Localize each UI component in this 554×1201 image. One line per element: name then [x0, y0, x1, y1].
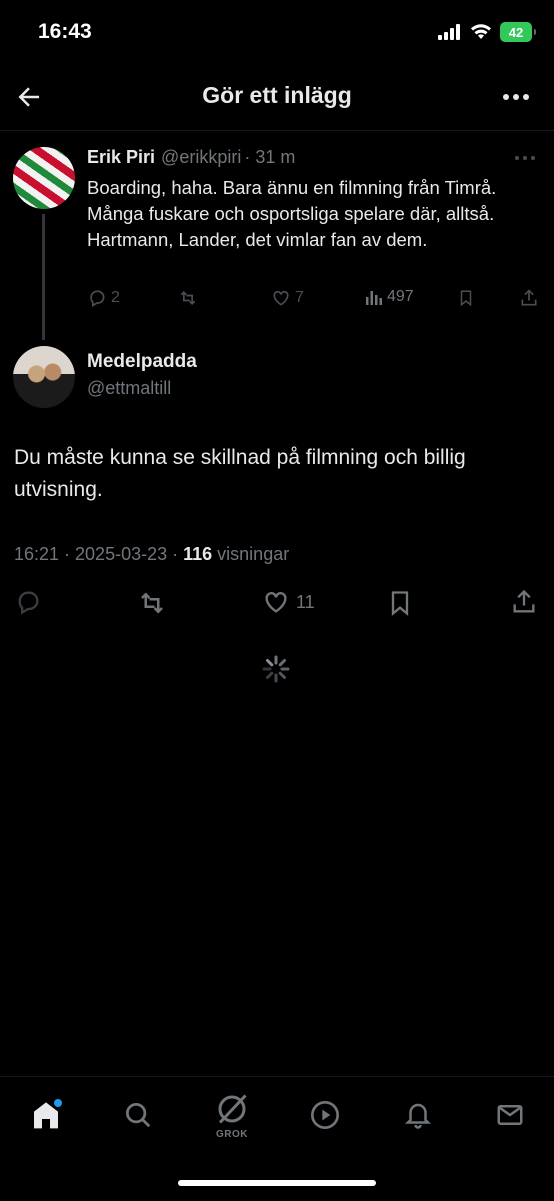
signal-icon — [438, 24, 460, 40]
parent-tweet-header: Erik Piri @erikkpiri · 31 m — [87, 147, 295, 168]
header-divider — [0, 130, 554, 131]
main-tweet-actions: 11 — [0, 588, 554, 620]
main-tweet-datetime: 16:21 · 2025-03-23 · — [14, 544, 184, 564]
views-icon — [366, 291, 382, 305]
nav-search[interactable] — [118, 1095, 158, 1135]
bookmark-icon — [391, 591, 409, 616]
retweet-icon — [180, 290, 196, 306]
reply-icon — [90, 290, 105, 307]
parent-tweet-text: Boarding, haha. Bara ännu en filmning fr… — [87, 177, 497, 250]
status-icons: 42 — [438, 22, 536, 42]
main-retweet-button[interactable] — [136, 588, 168, 618]
parent-tweet-actions: 2 7 497 — [87, 288, 542, 314]
grok-icon — [218, 1094, 247, 1124]
more-options-button[interactable] — [502, 86, 530, 113]
main-reply-button[interactable] — [14, 588, 42, 616]
parent-reply-count: 2 — [111, 289, 120, 306]
main-views-label: visningar — [212, 544, 290, 564]
parent-retweet-button[interactable] — [177, 288, 199, 308]
heart-icon — [273, 290, 289, 306]
grok-label: GROK — [216, 1129, 248, 1140]
main-author-handle[interactable]: @ettmaltill — [87, 378, 171, 399]
spinner-icon — [262, 655, 290, 683]
main-tweet-meta: 16:21 · 2025-03-23 · 116 visningar — [14, 544, 289, 565]
main-author-name[interactable]: Medelpadda — [87, 351, 197, 373]
main-like-button[interactable]: 11 — [262, 588, 315, 616]
parent-share-button[interactable] — [519, 288, 539, 308]
nav-home[interactable] — [26, 1095, 66, 1135]
reply-icon — [18, 591, 39, 615]
retweet-icon — [141, 592, 163, 614]
nav-video[interactable] — [305, 1095, 345, 1135]
notification-dot — [54, 1099, 62, 1107]
wifi-icon — [471, 24, 491, 39]
parent-tweet-time: · 31 m — [244, 147, 296, 167]
main-views-count[interactable]: 116 — [183, 544, 212, 564]
page-title: Gör ett inlägg — [202, 82, 352, 108]
parent-reply-button[interactable]: 2 — [87, 288, 120, 308]
loading-spinner — [262, 655, 290, 683]
bookmark-icon — [460, 290, 472, 307]
main-tweet-text: Du måste kunna se skillnad på filmning o… — [14, 446, 466, 501]
status-time: 16:43 — [38, 20, 92, 43]
mail-icon — [497, 1105, 523, 1125]
parent-more-button[interactable] — [514, 150, 536, 168]
parent-author-handle[interactable]: @erikkpiri — [161, 147, 241, 167]
parent-avatar[interactable] — [13, 147, 75, 209]
nav-messages[interactable] — [490, 1095, 530, 1135]
parent-like-count: 7 — [295, 289, 304, 306]
share-icon — [513, 589, 535, 613]
main-like-count: 11 — [296, 591, 315, 612]
main-avatar[interactable] — [13, 346, 75, 408]
nav-grok[interactable] — [212, 1089, 252, 1129]
heart-icon — [265, 592, 287, 613]
parent-views-button[interactable]: 497 — [365, 288, 414, 306]
battery-level: 42 — [508, 24, 524, 40]
parent-author-name[interactable]: Erik Piri — [87, 147, 155, 167]
share-icon — [521, 289, 537, 306]
play-icon — [311, 1101, 339, 1129]
search-icon — [126, 1103, 151, 1128]
battery-indicator: 42 — [500, 22, 536, 42]
main-share-button[interactable] — [510, 588, 538, 616]
nav-notifications[interactable] — [398, 1095, 438, 1135]
bell-icon — [404, 1103, 432, 1129]
more-icon — [503, 94, 529, 100]
main-bookmark-button[interactable] — [386, 588, 414, 618]
home-indicator — [178, 1180, 376, 1186]
parent-view-count: 497 — [387, 288, 414, 305]
parent-bookmark-button[interactable] — [457, 288, 475, 308]
parent-like-button[interactable]: 7 — [271, 288, 304, 308]
thread-line — [42, 214, 45, 340]
more-icon — [515, 156, 535, 160]
